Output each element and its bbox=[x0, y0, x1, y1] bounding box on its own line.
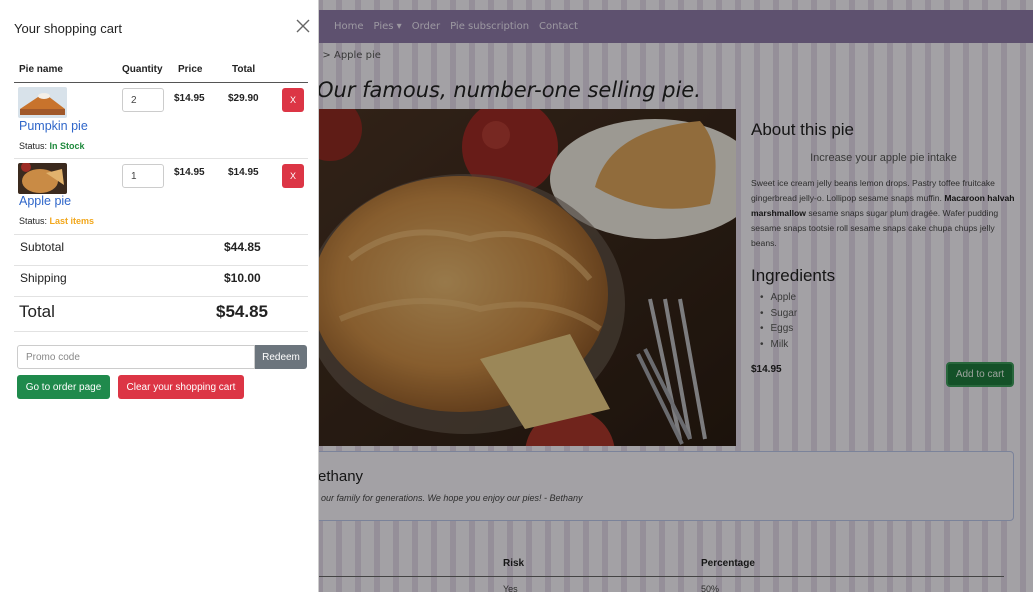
col-total: Total bbox=[232, 64, 256, 75]
row-divider bbox=[14, 265, 308, 266]
shipping-value: $10.00 bbox=[224, 271, 261, 285]
subtotal-label: Subtotal bbox=[20, 240, 65, 254]
remove-item-button[interactable]: X bbox=[282, 88, 304, 112]
quantity-input[interactable] bbox=[122, 88, 164, 112]
pumpkin-pie-thumbnail bbox=[18, 87, 67, 118]
remove-item-button[interactable]: X bbox=[282, 164, 304, 188]
subtotal-value: $44.85 bbox=[224, 240, 261, 254]
clear-cart-button[interactable]: Clear your shopping cart bbox=[118, 375, 244, 399]
total-label: Total bbox=[19, 302, 55, 321]
redeem-button[interactable]: Redeem bbox=[255, 345, 307, 369]
shopping-cart-panel: Your shopping cart Pie name Quantity Pri… bbox=[0, 0, 319, 592]
quantity-input[interactable] bbox=[122, 164, 164, 188]
row-divider bbox=[14, 234, 308, 235]
go-to-order-button[interactable]: Go to order page bbox=[17, 375, 110, 399]
promo-code-input[interactable] bbox=[17, 345, 255, 369]
cart-item-price: $14.95 bbox=[174, 93, 205, 104]
close-icon[interactable] bbox=[294, 17, 312, 35]
cart-item-name[interactable]: Apple pie bbox=[19, 194, 71, 208]
cart-item-status: Status: In Stock bbox=[19, 141, 85, 151]
cart-item-name[interactable]: Pumpkin pie bbox=[19, 119, 88, 133]
row-divider bbox=[14, 296, 308, 297]
col-pie-name: Pie name bbox=[19, 64, 63, 75]
header-divider bbox=[14, 82, 308, 83]
col-quantity: Quantity bbox=[122, 64, 163, 75]
row-divider bbox=[14, 158, 308, 159]
shipping-label: Shipping bbox=[20, 271, 67, 285]
cart-item-total: $29.90 bbox=[228, 93, 259, 104]
total-value: $54.85 bbox=[216, 302, 268, 321]
cart-item-total: $14.95 bbox=[228, 167, 259, 178]
col-price: Price bbox=[178, 64, 203, 75]
cart-item-status: Status: Last items bbox=[19, 216, 95, 226]
row-divider bbox=[14, 331, 308, 332]
apple-pie-thumbnail bbox=[18, 163, 67, 194]
cart-title: Your shopping cart bbox=[14, 21, 122, 36]
cart-item-price: $14.95 bbox=[174, 167, 205, 178]
